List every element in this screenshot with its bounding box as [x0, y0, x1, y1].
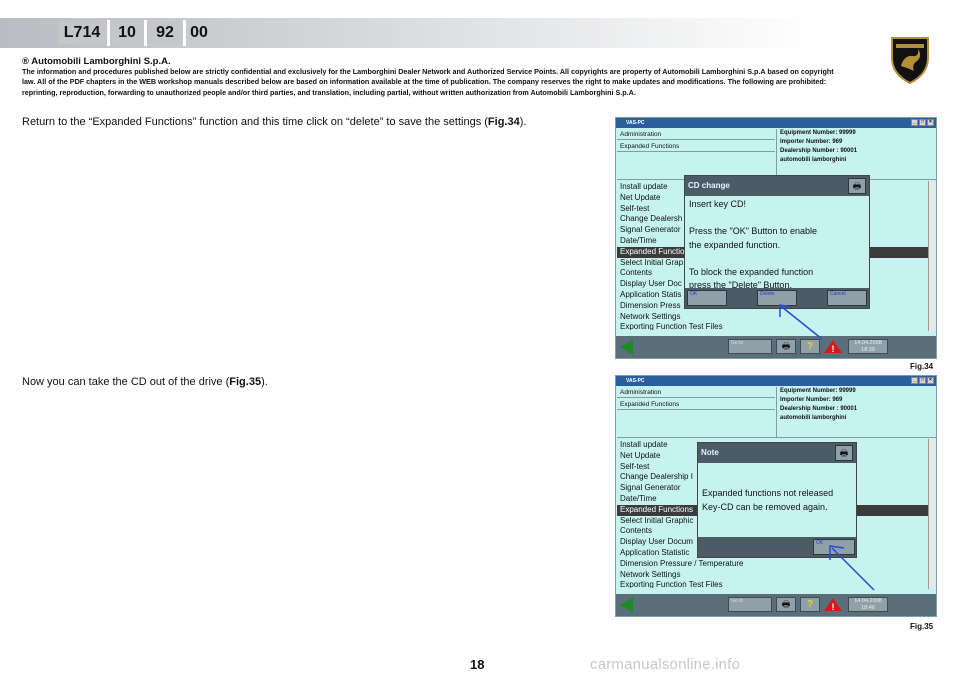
- importer-number: Importer Number: 969: [780, 397, 843, 403]
- function-list-item[interactable]: Exporting Function Test Files: [617, 580, 929, 588]
- dealership-number: Dealership Number : 90001: [780, 406, 858, 412]
- fig34-screenshot-window: VAS-PC _ □ × Administration Expanded Funct…: [615, 117, 937, 359]
- pointer-arrow: [779, 304, 823, 340]
- divider: [617, 437, 936, 438]
- printer-icon[interactable]: 🖶: [848, 178, 866, 194]
- dialog-message-line: To block the expanded function: [689, 266, 814, 277]
- header-separator: [144, 20, 147, 46]
- para1-figref: Fig.34: [487, 116, 520, 128]
- para1-end: ).: [519, 116, 527, 128]
- dialog-message: Insert key CD! Press the "OK" Button to …: [689, 198, 817, 293]
- dialog-message-line: Key-CD can be removed again.: [702, 501, 828, 512]
- nav-expanded-functions[interactable]: Expanded Functions: [617, 141, 775, 152]
- ok-button[interactable]: OK: [687, 290, 727, 306]
- maximize-icon[interactable]: □: [919, 377, 926, 384]
- nav-expanded-functions[interactable]: Expanded Functions: [617, 399, 775, 410]
- copyright-notice: ® Automobili Lamborghini S.p.A. The info…: [22, 56, 834, 98]
- para2-figref: Fig.35: [229, 376, 262, 388]
- goto-button[interactable]: Go to: [728, 339, 772, 354]
- time: 18:46: [861, 605, 875, 611]
- equipment-info-panel: Equipment Number: 99999 Importer Number:…: [776, 129, 936, 179]
- dialog-message-line: Press the "OK" Button to enable: [689, 226, 817, 236]
- date: 14.04.2008: [854, 598, 882, 604]
- notice-body: The information and procedures published…: [22, 67, 834, 97]
- instruction-paragraph-1: Return to the “Expanded Functions” funct…: [22, 116, 526, 128]
- function-list-item[interactable]: Network Settings: [617, 570, 929, 581]
- header-code-model: L714: [58, 22, 106, 44]
- scrollbar[interactable]: [928, 439, 935, 589]
- window-titlebar: VAS-PC _ □ ×: [616, 118, 936, 128]
- equipment-info-panel: Equipment Number: 99999 Importer Number:…: [776, 387, 936, 437]
- time: 18:39: [861, 347, 875, 353]
- dialog-title: Note: [698, 443, 856, 463]
- minimize-icon[interactable]: _: [911, 377, 918, 384]
- close-icon[interactable]: ×: [927, 119, 934, 126]
- date-time-display: 14.04.2008 18:46: [848, 597, 888, 612]
- header-code-sub: 00: [190, 24, 208, 41]
- nav-administration[interactable]: Administration: [617, 387, 775, 398]
- maximize-icon[interactable]: □: [919, 119, 926, 126]
- window-titlebar: VAS-PC _ □ ×: [616, 376, 936, 386]
- function-list-item[interactable]: Dimension Pressure / Temperature: [617, 559, 929, 570]
- pointer-arrow: [829, 545, 875, 591]
- page-number: 18: [470, 657, 485, 672]
- warning-icon[interactable]: !: [823, 339, 843, 354]
- close-icon[interactable]: ×: [927, 377, 934, 384]
- dealer-name: automobili lamborghini: [780, 415, 847, 421]
- dialog-message-line: Insert key CD!: [689, 199, 747, 209]
- lamborghini-logo: [888, 36, 932, 85]
- window-title: VAS-PC: [626, 120, 645, 126]
- instruction-paragraph-2: Now you can take the CD out of the drive…: [22, 376, 268, 388]
- dealership-number: Dealership Number : 90001: [780, 148, 858, 154]
- back-arrow-icon[interactable]: [620, 339, 634, 355]
- goto-button[interactable]: Go to: [728, 597, 772, 612]
- dealer-name: automobili lamborghini: [780, 157, 847, 163]
- cancel-button[interactable]: Cancel: [827, 290, 867, 306]
- para2-text: Now you can take the CD out of the drive…: [22, 376, 230, 388]
- fig35-screenshot-window: VAS-PC _ □ × Administration Expanded Funct…: [615, 375, 937, 617]
- date: 14.04.2008: [854, 340, 882, 346]
- minimize-icon[interactable]: _: [911, 119, 918, 126]
- para2-end: ).: [261, 376, 268, 388]
- function-list-item[interactable]: Exporting Function Test Files: [617, 322, 929, 330]
- importer-number: Importer Number: 969: [780, 139, 843, 145]
- note-dialog: Note 🖶 Expanded functions not released Ke…: [697, 442, 857, 558]
- svg-text:!: !: [832, 344, 835, 354]
- equipment-number: Equipment Number: 99999: [780, 388, 856, 394]
- scrollbar[interactable]: [928, 181, 935, 331]
- dialog-message: Expanded functions not released Key-CD ca…: [702, 487, 833, 514]
- back-arrow-icon[interactable]: [620, 597, 634, 613]
- notice-title: ® Automobili Lamborghini S.p.A.: [22, 56, 171, 67]
- help-icon[interactable]: ?: [800, 597, 820, 612]
- bottom-toolbar: Go to 🖶 ? ! 14.04.2008 18:46: [616, 594, 936, 616]
- fig34-caption: Fig.34: [910, 362, 934, 371]
- header-separator: [107, 20, 110, 46]
- equipment-number: Equipment Number: 99999: [780, 130, 856, 136]
- function-list-item[interactable]: Network Settings: [617, 312, 929, 323]
- dialog-message-line: the expanded function.: [689, 239, 781, 250]
- date-time-display: 14.04.2008 18:39: [848, 339, 888, 354]
- dialog-message-line: Expanded functions not released: [702, 488, 834, 498]
- printer-icon[interactable]: 🖶: [776, 597, 796, 612]
- header-code-section: 92: [148, 22, 182, 44]
- cd-change-dialog: CD change 🖶 Insert key CD! Press the "OK…: [684, 175, 870, 309]
- svg-text:!: !: [832, 602, 835, 612]
- window-title: VAS-PC: [626, 378, 645, 384]
- fig35-caption: Fig.35: [910, 622, 934, 631]
- watermark: carmanualsonline.info: [590, 656, 741, 673]
- header-code-group: 10: [111, 22, 143, 44]
- printer-icon[interactable]: 🖶: [835, 445, 853, 461]
- dialog-title: CD change: [685, 176, 869, 196]
- para1-text: Return to the “Expanded Functions” funct…: [22, 116, 488, 128]
- warning-icon[interactable]: !: [823, 597, 843, 612]
- dialog-message-line: [689, 212, 817, 226]
- dialog-message-line: [689, 252, 817, 266]
- nav-administration[interactable]: Administration: [617, 129, 775, 140]
